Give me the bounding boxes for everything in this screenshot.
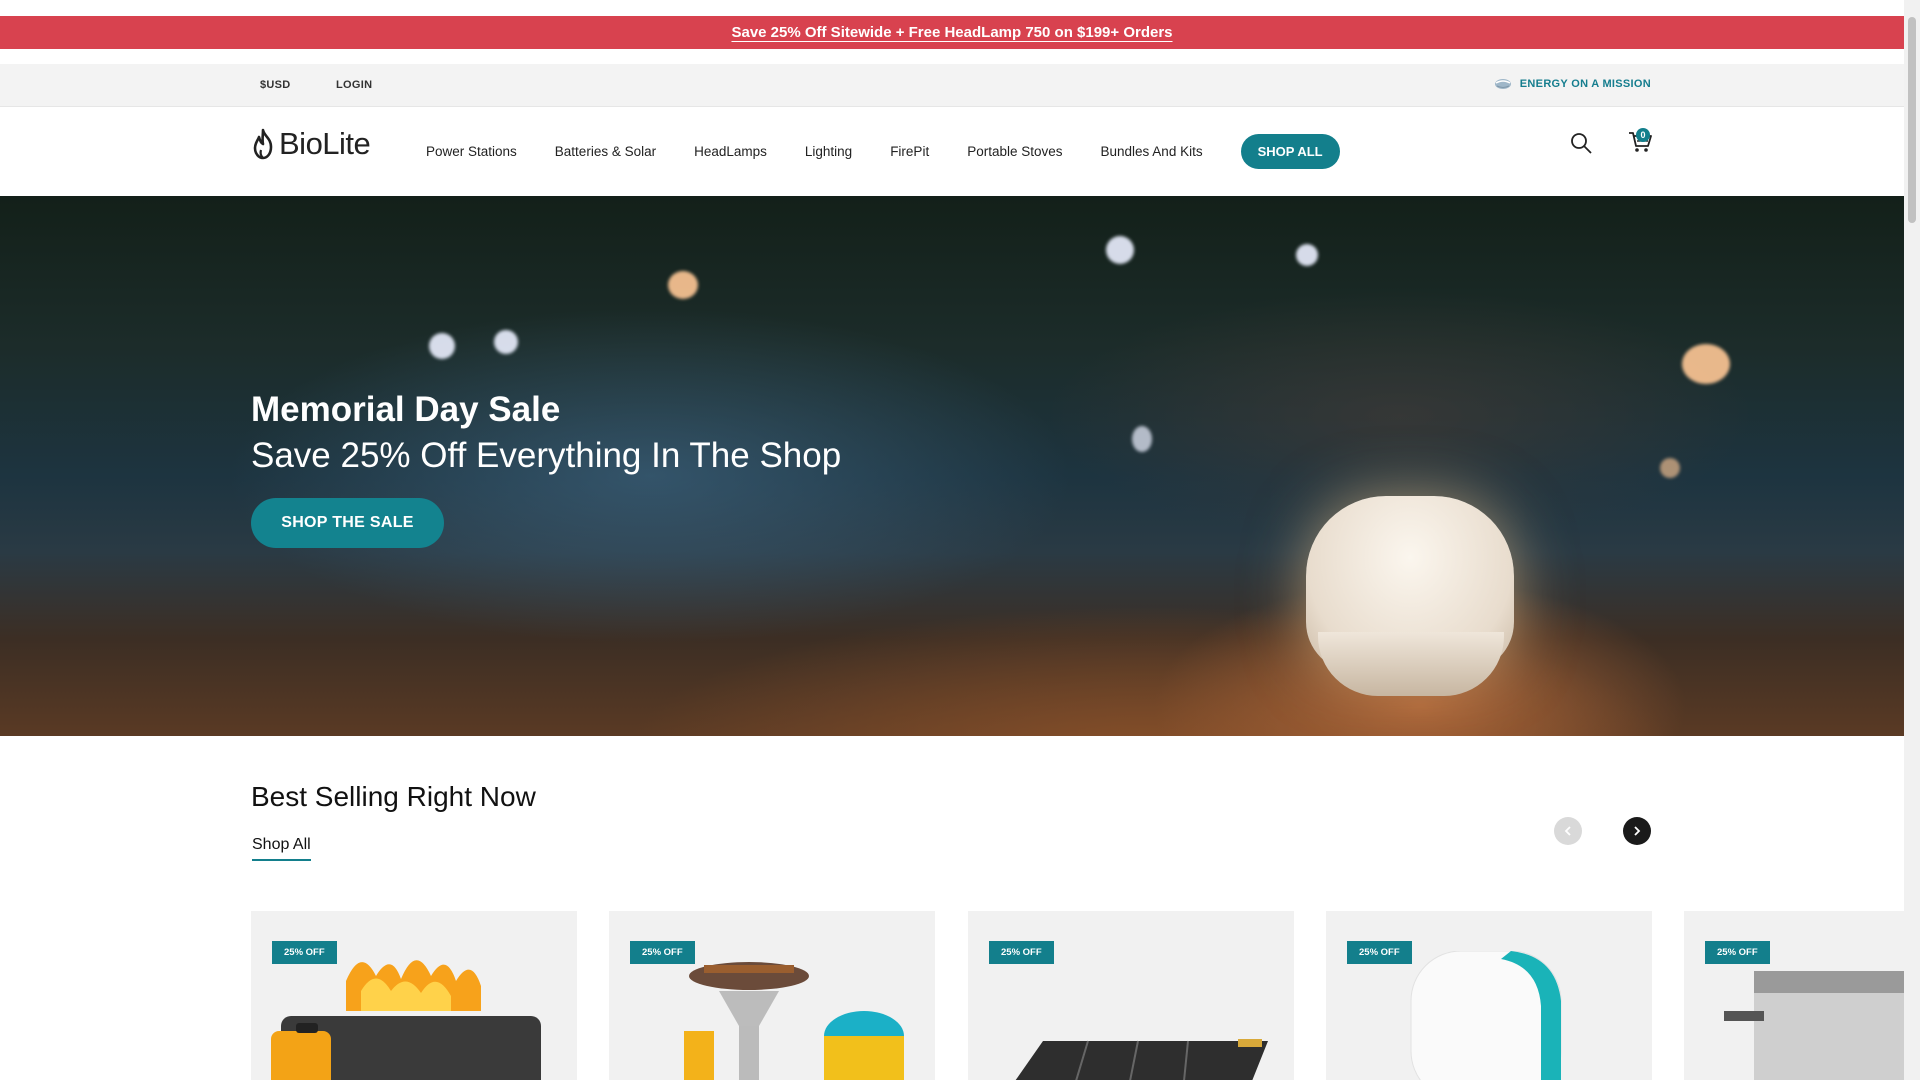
bokeh-light bbox=[668, 271, 698, 299]
bokeh-light bbox=[1106, 236, 1134, 264]
cart-count-badge: 0 bbox=[1636, 128, 1650, 142]
bokeh-light bbox=[1660, 458, 1680, 478]
flame-icon bbox=[253, 128, 273, 160]
product-card[interactable]: 25% OFF bbox=[1326, 911, 1652, 1080]
firepit-icon bbox=[271, 960, 541, 1080]
lantern-product-base bbox=[1318, 632, 1504, 696]
camp-stove-icon bbox=[684, 962, 904, 1080]
nav-headlamps[interactable]: HeadLamps bbox=[694, 144, 767, 159]
globe-icon bbox=[1494, 79, 1511, 89]
carousel-prev-button[interactable] bbox=[1554, 817, 1582, 845]
chevron-left-icon bbox=[1564, 826, 1571, 836]
scrollbar-thumb[interactable] bbox=[1908, 17, 1916, 223]
chevron-right-icon bbox=[1634, 826, 1641, 836]
nav-firepit[interactable]: FirePit bbox=[890, 144, 929, 159]
nav-batteries-solar[interactable]: Batteries & Solar bbox=[555, 144, 656, 159]
page: Save 25% Off Sitewide + Free HeadLamp 75… bbox=[0, 0, 1920, 1080]
login-link[interactable]: LOGIN bbox=[336, 79, 372, 91]
bokeh-light bbox=[429, 333, 455, 359]
bokeh-light bbox=[1296, 244, 1318, 266]
product-card[interactable]: 25% OFF bbox=[251, 911, 577, 1080]
bokeh-light bbox=[1132, 426, 1152, 452]
bokeh-light bbox=[1682, 344, 1730, 384]
cookpot-icon bbox=[1724, 971, 1914, 1080]
utility-bar: $USD LOGIN ENERGY ON A MISSION bbox=[0, 64, 1904, 107]
top-strip bbox=[0, 0, 1904, 16]
main-header: BioLite Power Stations Batteries & Solar… bbox=[0, 108, 1904, 196]
nav-portable-stoves[interactable]: Portable Stoves bbox=[967, 144, 1062, 159]
section-title: Best Selling Right Now bbox=[251, 781, 536, 812]
shop-the-sale-button[interactable]: SHOP THE SALE bbox=[251, 498, 444, 548]
shop-all-button[interactable]: SHOP ALL bbox=[1240, 134, 1340, 169]
nav-power-stations[interactable]: Power Stations bbox=[426, 144, 517, 159]
nav-lighting[interactable]: Lighting bbox=[805, 144, 852, 159]
product-card[interactable]: 25% OFF bbox=[609, 911, 935, 1080]
product-card[interactable]: 25% OFF bbox=[1684, 911, 1920, 1080]
solar-panel-icon bbox=[1015, 1039, 1268, 1080]
brand-logo[interactable]: BioLite bbox=[251, 126, 371, 162]
lantern-icon bbox=[1410, 951, 1562, 1080]
currency-selector[interactable]: $USD bbox=[260, 79, 291, 91]
carousel-next-button[interactable] bbox=[1623, 817, 1651, 845]
hero-title: Memorial Day Sale bbox=[251, 390, 561, 429]
mission-link[interactable]: ENERGY ON A MISSION bbox=[1494, 77, 1651, 91]
shop-all-link[interactable]: Shop All bbox=[252, 836, 311, 861]
promo-bar: Save 25% Off Sitewide + Free HeadLamp 75… bbox=[0, 16, 1904, 49]
bokeh-light bbox=[494, 330, 518, 354]
brand-name: BioLite bbox=[279, 126, 371, 161]
product-card[interactable]: 25% OFF bbox=[968, 911, 1294, 1080]
promo-link[interactable]: Save 25% Off Sitewide + Free HeadLamp 75… bbox=[731, 24, 1172, 41]
page-scrollbar[interactable] bbox=[1904, 0, 1920, 1080]
search-icon[interactable] bbox=[1569, 131, 1593, 155]
hero-banner: Memorial Day Sale Save 25% Off Everythin… bbox=[0, 196, 1904, 736]
main-nav: Power Stations Batteries & Solar HeadLam… bbox=[426, 134, 1340, 169]
nav-bundles-kits[interactable]: Bundles And Kits bbox=[1101, 144, 1203, 159]
mission-label: ENERGY ON A MISSION bbox=[1519, 78, 1651, 90]
hero-subtitle: Save 25% Off Everything In The Shop bbox=[251, 436, 842, 475]
